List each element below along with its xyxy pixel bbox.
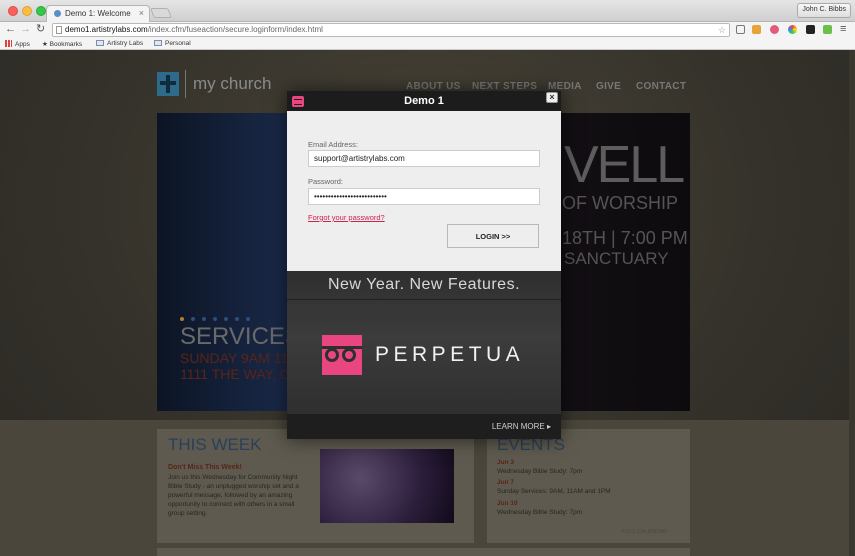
services-times: SUNDAY 9AM 11A <box>180 350 298 366</box>
logo-ring <box>325 348 339 362</box>
learn-more-link[interactable]: LEARN MORE ▸ <box>492 422 551 431</box>
email-field[interactable] <box>308 150 540 167</box>
next-card <box>157 548 690 556</box>
close-window-icon[interactable] <box>8 6 18 16</box>
slide-dot[interactable] <box>235 317 239 321</box>
bookmarks-bar: Apps ★ Bookmarks Artistry Labs Personal <box>0 38 855 50</box>
promo-banner[interactable]: New Year. New Features. PERPETUA LEARN M… <box>287 271 561 439</box>
drive-extension-icon[interactable] <box>736 25 745 34</box>
star-icon: ★ <box>42 41 50 48</box>
password-label: Password: <box>308 177 344 186</box>
modal-title: Demo 1 <box>404 95 444 107</box>
slide-dot[interactable] <box>202 317 206 321</box>
event-text: Wednesday Bible Study: 7pm <box>497 468 583 475</box>
browser-titlebar: Demo 1: Welcome × John C. Bibbs <box>0 0 855 22</box>
forward-button[interactable]: → <box>20 23 31 36</box>
site-logo-text[interactable]: my church <box>193 74 271 94</box>
event-date[interactable]: Jun 10 <box>497 500 518 507</box>
hero-subtitle: OF WORSHIP <box>562 193 678 213</box>
chrome-extension-icon[interactable] <box>788 25 797 34</box>
login-form: Email Address: Password: Forgot your pas… <box>287 111 561 271</box>
this-week-headline: Don't Miss This Week! <box>168 464 242 471</box>
nav-give[interactable]: GIVE <box>596 81 621 92</box>
this-week-title: THIS WEEK <box>168 435 262 454</box>
extension-icon[interactable] <box>770 25 779 34</box>
browser-toolbar: ← → ↻ demo1.artistrylabs.com/index.cfm/f… <box>0 22 855 38</box>
slide-dot[interactable] <box>180 317 184 321</box>
url-host: demo1.artistrylabs.com <box>65 25 148 34</box>
divider <box>287 299 561 300</box>
slide-dot[interactable] <box>213 317 217 321</box>
event-date[interactable]: Jun 3 <box>497 459 514 466</box>
extension-icon[interactable] <box>752 25 761 34</box>
minimize-window-icon[interactable] <box>22 6 32 16</box>
bookmark-apps[interactable]: Apps <box>5 40 30 48</box>
event-text: Sunday Services: 9AM, 11AM and 1PM <box>497 488 611 495</box>
apps-icon <box>5 40 12 47</box>
slide-dot[interactable] <box>246 317 250 321</box>
bookmark-label: Artistry Labs <box>107 40 144 47</box>
favicon-icon <box>54 10 61 17</box>
logo-divider <box>185 70 186 98</box>
login-modal: Demo 1 × Email Address: Password: Forgot… <box>287 91 561 439</box>
promo-headline: New Year. New Features. <box>327 276 521 293</box>
perpetua-logo-icon <box>322 335 362 375</box>
login-button[interactable]: LOGIN >> <box>447 224 539 248</box>
bookmark-personal[interactable]: Personal <box>154 40 191 47</box>
promo-brand: PERPETUA <box>375 343 525 366</box>
services-heading: SERVICES <box>180 323 301 350</box>
promo-footer: LEARN MORE ▸ <box>287 414 561 439</box>
bookmark-star-icon[interactable]: ☆ <box>718 24 726 36</box>
extension-icon[interactable] <box>823 25 832 34</box>
email-label: Email Address: <box>308 140 359 149</box>
close-button[interactable]: × <box>546 92 558 103</box>
event-text: Wednesday Bible Study: 7pm <box>497 509 583 516</box>
concert-photo[interactable] <box>320 449 454 523</box>
this-week-body: Join us this Wednesday for Community Nig… <box>168 474 299 517</box>
slide-dot[interactable] <box>191 317 195 321</box>
password-field[interactable] <box>308 188 540 205</box>
url-path: /index.cfm/fuseaction/secure.loginform/i… <box>147 25 323 34</box>
tab-close-icon[interactable]: × <box>139 8 144 18</box>
forgot-password-link[interactable]: Forgot your password? <box>308 213 385 222</box>
tab-title: Demo 1: Welcome <box>65 9 131 18</box>
reload-button[interactable]: ↻ <box>36 23 45 36</box>
bookmark-artistry-labs[interactable]: Artistry Labs <box>96 40 143 47</box>
new-tab-button[interactable] <box>150 8 172 18</box>
bookmark-label: Personal <box>165 40 191 47</box>
event-date[interactable]: Jun 7 <box>497 479 514 486</box>
services-address: 1111 THE WAY, CO <box>180 366 301 382</box>
hero-date: 18TH | 7:00 PM <box>562 228 688 248</box>
address-bar[interactable]: demo1.artistrylabs.com/index.cfm/fuseact… <box>52 23 730 37</box>
bookmark-label: Bookmarks <box>49 41 83 48</box>
page-icon <box>56 26 62 34</box>
folder-icon <box>96 40 104 46</box>
bookmark-label: Apps <box>15 41 30 48</box>
modal-header: Demo 1 × <box>287 91 561 111</box>
browser-tab[interactable]: Demo 1: Welcome × <box>46 5 150 22</box>
slide-dot[interactable] <box>224 317 228 321</box>
logo-ring <box>342 348 356 362</box>
bookmark-bookmarks[interactable]: ★ Bookmarks <box>42 40 82 48</box>
church-logo-icon[interactable] <box>157 72 179 96</box>
nav-contact[interactable]: CONTACT <box>636 81 686 92</box>
menu-icon[interactable]: ≡ <box>840 23 846 36</box>
extension-icon[interactable] <box>806 25 815 34</box>
profile-button[interactable]: John C. Bibbs <box>797 3 851 18</box>
full-calendar-link[interactable]: FULL CALENDAR <box>622 529 667 535</box>
back-button[interactable]: ← <box>5 23 16 36</box>
page-scrollbar[interactable] <box>849 50 855 556</box>
hero-location: SANCTUARY <box>564 249 669 268</box>
maximize-window-icon[interactable] <box>36 6 46 16</box>
hero-headline: VELL <box>564 136 685 194</box>
folder-icon <box>154 40 162 46</box>
